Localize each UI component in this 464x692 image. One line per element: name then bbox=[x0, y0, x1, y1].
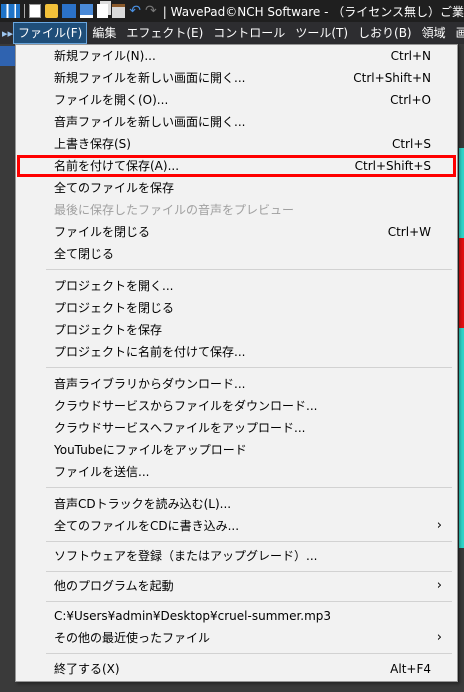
menu-item-shortcut: Ctrl+Shift+S bbox=[354, 159, 431, 173]
menu-item-download-from-cloud[interactable]: クラウドサービスからファイルをダウンロード... bbox=[17, 395, 456, 417]
menu-item-label: 音声ライブラリからダウンロード... bbox=[54, 377, 246, 391]
menu-item-open-audio-new-window[interactable]: 音声ファイルを新しい画面に開く... bbox=[17, 111, 456, 133]
menu-item-label: 全てのファイルを保存 bbox=[54, 181, 175, 195]
menu-item-label: クラウドサービスからファイルをダウンロード... bbox=[54, 399, 318, 413]
menu-control[interactable]: コントロール bbox=[208, 22, 290, 44]
menu-item-label: 終了する(X) bbox=[54, 662, 120, 676]
waveform-channel-red bbox=[459, 238, 464, 328]
menu-item-label: 新規ファイルを新しい画面に開く... bbox=[54, 71, 246, 85]
menu-item-label: 音声CDトラックを読み込む(L)... bbox=[54, 497, 232, 511]
menu-item-label: プロジェクトを閉じる bbox=[54, 301, 175, 315]
menu-item-shortcut: Ctrl+W bbox=[387, 225, 431, 239]
menu-item-save-as[interactable]: 名前を付けて保存(A)... Ctrl+Shift+S bbox=[17, 155, 456, 177]
toolbar-divider bbox=[24, 4, 26, 18]
submenu-arrow-icon: › bbox=[436, 630, 442, 645]
window-title: | WavePad©NCH Software - （ライセンス無し）ご業 bbox=[162, 4, 464, 19]
menu-item-preview-last-saved: 最後に保存したファイルの音声をプレビュー bbox=[17, 199, 456, 221]
menu-item-upload-to-cloud[interactable]: クラウドサービスへファイルをアップロード... bbox=[17, 417, 456, 439]
title-bar: ↶ ↷ | WavePad©NCH Software - （ライセンス無し）ご業 bbox=[0, 0, 464, 22]
menu-item-open-project[interactable]: プロジェクトを開く... bbox=[17, 275, 456, 297]
menu-item-load-cd-tracks[interactable]: 音声CDトラックを読み込む(L)... bbox=[17, 493, 456, 515]
menu-separator bbox=[46, 367, 452, 368]
menu-item-save-project[interactable]: プロジェクトを保存 bbox=[17, 319, 456, 341]
menu-region[interactable]: 領域 bbox=[417, 22, 451, 44]
menu-view[interactable]: 画面表示 bbox=[451, 22, 464, 44]
menu-item-label: YouTubeにファイルをアップロード bbox=[54, 443, 247, 457]
menu-edit[interactable]: 編集 bbox=[87, 22, 121, 44]
menu-item-register-software[interactable]: ソフトウェアを登録（またはアップグレード）... bbox=[17, 545, 456, 567]
wavepad-app-icon[interactable] bbox=[1, 4, 21, 18]
background-bottom-bar bbox=[0, 682, 464, 692]
menu-item-label: 新規ファイル(N)... bbox=[54, 49, 156, 63]
menu-item-label: 上書き保存(S) bbox=[54, 137, 131, 151]
menu-item-shortcut: Alt+F4 bbox=[390, 662, 431, 676]
menu-separator bbox=[46, 601, 452, 602]
menu-item-shortcut: Ctrl+S bbox=[391, 137, 431, 151]
paste-icon[interactable] bbox=[111, 4, 126, 18]
waveform-channel-cyan-top bbox=[459, 148, 464, 238]
menu-item-label: 全てのファイルをCDに書き込み... bbox=[54, 519, 240, 533]
menu-item-label: その他の最近使ったファイル bbox=[54, 631, 211, 645]
undo-icon[interactable]: ↶ bbox=[129, 4, 141, 18]
menu-bookmarks[interactable]: しおり(B) bbox=[353, 22, 417, 44]
menu-item-download-sound-library[interactable]: 音声ライブラリからダウンロード... bbox=[17, 373, 456, 395]
new-file-icon[interactable] bbox=[29, 4, 41, 18]
menu-item-shortcut: Ctrl+Shift+N bbox=[353, 71, 431, 85]
menu-item-label: ファイルを送信... bbox=[54, 465, 150, 479]
submenu-arrow-icon: › bbox=[436, 578, 442, 593]
menu-item-save-all[interactable]: 全てのファイルを保存 bbox=[17, 177, 456, 199]
submenu-arrow-icon: › bbox=[436, 518, 442, 533]
background-toolbar-button[interactable] bbox=[0, 46, 16, 66]
menu-separator bbox=[46, 269, 452, 270]
menu-item-other-recent-files[interactable]: その他の最近使ったファイル › bbox=[17, 627, 456, 649]
menu-item-label: 全て閉じる bbox=[54, 247, 115, 261]
menu-item-save[interactable]: 上書き保存(S) Ctrl+S bbox=[17, 133, 456, 155]
save-icon[interactable] bbox=[62, 4, 76, 18]
menu-item-label: ファイルを開く(O)... bbox=[54, 93, 169, 107]
menu-item-label: 最後に保存したファイルの音声をプレビュー bbox=[54, 203, 295, 217]
menu-separator bbox=[46, 571, 452, 572]
menu-item-shortcut: Ctrl+N bbox=[390, 49, 431, 63]
menu-item-label: 名前を付けて保存(A)... bbox=[54, 159, 180, 173]
menu-item-new-file-new-window[interactable]: 新規ファイルを新しい画面に開く... Ctrl+Shift+N bbox=[17, 67, 456, 89]
file-menu-dropdown: 新規ファイル(N)... Ctrl+N 新規ファイルを新しい画面に開く... C… bbox=[15, 44, 458, 682]
app-menu-icon[interactable]: ▸▸ bbox=[2, 27, 13, 40]
menu-item-label: クラウドサービスへファイルをアップロード... bbox=[54, 421, 306, 435]
menu-item-new-file[interactable]: 新規ファイル(N)... Ctrl+N bbox=[17, 45, 456, 67]
open-folder-icon[interactable] bbox=[44, 4, 59, 18]
menu-item-label: C:¥Users¥admin¥Desktop¥cruel-summer.mp3 bbox=[54, 609, 332, 623]
menu-item-label: ファイルを閉じる bbox=[54, 225, 151, 239]
redo-icon[interactable]: ↷ bbox=[145, 4, 157, 18]
menu-item-label: プロジェクトを開く... bbox=[54, 279, 174, 293]
menu-item-label: 他のプログラムを起動 bbox=[54, 579, 174, 593]
menu-file[interactable]: ファイル(F) bbox=[13, 22, 88, 44]
menu-item-label: 音声ファイルを新しい画面に開く... bbox=[54, 115, 246, 129]
menu-item-upload-youtube[interactable]: YouTubeにファイルをアップロード bbox=[17, 439, 456, 461]
menu-item-label: プロジェクトに名前を付けて保存... bbox=[54, 345, 246, 359]
menu-item-recent-file[interactable]: C:¥Users¥admin¥Desktop¥cruel-summer.mp3 bbox=[17, 605, 456, 627]
menu-separator bbox=[46, 541, 452, 542]
menu-item-open-file[interactable]: ファイルを開く(O)... Ctrl+O bbox=[17, 89, 456, 111]
waveform-channel-cyan-bottom bbox=[459, 328, 464, 548]
menu-item-close-project[interactable]: プロジェクトを閉じる bbox=[17, 297, 456, 319]
menu-bar: ▸▸ ファイル(F) 編集 エフェクト(E) コントロール ツール(T) しおり… bbox=[0, 22, 464, 44]
copy-icon[interactable] bbox=[97, 4, 108, 18]
menu-tools[interactable]: ツール(T) bbox=[290, 22, 353, 44]
menu-item-shortcut: Ctrl+O bbox=[390, 93, 431, 107]
menu-separator bbox=[46, 653, 452, 654]
menu-item-close-file[interactable]: ファイルを閉じる Ctrl+W bbox=[17, 221, 456, 243]
menu-item-save-project-as[interactable]: プロジェクトに名前を付けて保存... bbox=[17, 341, 456, 363]
menu-item-exit[interactable]: 終了する(X) Alt+F4 bbox=[17, 658, 456, 680]
save-as-icon[interactable] bbox=[79, 4, 94, 18]
menu-effect[interactable]: エフェクト(E) bbox=[121, 22, 208, 44]
menu-item-label: プロジェクトを保存 bbox=[54, 323, 163, 337]
background-left-panel bbox=[0, 44, 16, 692]
menu-item-close-all[interactable]: 全て閉じる bbox=[17, 243, 456, 265]
menu-separator bbox=[46, 487, 452, 488]
menu-item-send-file[interactable]: ファイルを送信... bbox=[17, 461, 456, 483]
menu-item-launch-other-programs[interactable]: 他のプログラムを起動 › bbox=[17, 575, 456, 597]
menu-item-label: ソフトウェアを登録（またはアップグレード）... bbox=[54, 549, 318, 563]
menu-item-burn-cd[interactable]: 全てのファイルをCDに書き込み... › bbox=[17, 515, 456, 537]
